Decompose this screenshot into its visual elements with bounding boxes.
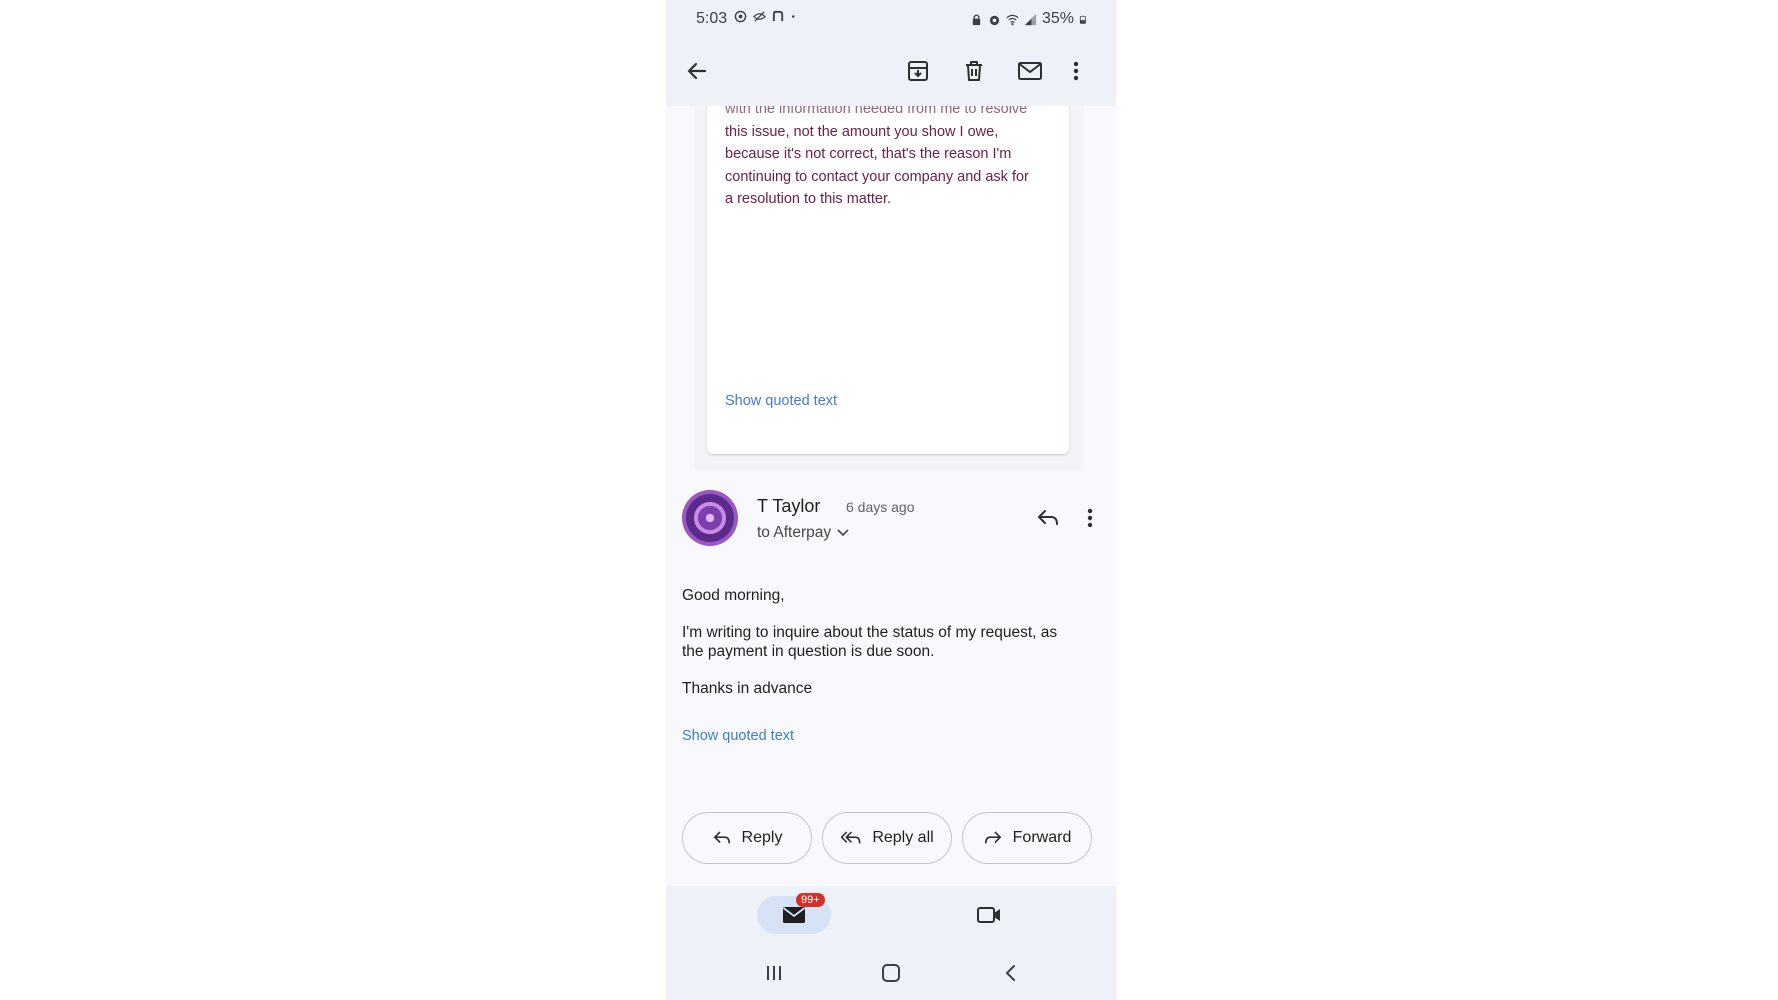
video-camera-icon — [977, 907, 1000, 923]
reply-all-label: Reply all — [872, 829, 934, 846]
forward-icon — [984, 831, 1001, 844]
alarm-icon — [989, 15, 1000, 25]
reply-all-button[interactable]: Reply all — [822, 812, 952, 864]
reply-icon — [713, 831, 730, 844]
battery-percent: 35% — [1041, 10, 1074, 27]
more-vert-icon — [1073, 61, 1079, 81]
app-n-icon — [772, 10, 784, 22]
recent-apps-icon — [767, 966, 781, 980]
reply-icon — [1038, 510, 1058, 525]
more-options-button[interactable] — [1064, 54, 1088, 88]
unread-badge: 99+ — [796, 893, 825, 907]
recipient-details[interactable]: to Afterpay — [757, 524, 849, 542]
previous-message-text: with the information needed from me to r… — [725, 106, 1055, 211]
quoted-line: this issue, not the amount you show I ow… — [725, 123, 999, 140]
mark-unread-button[interactable] — [1013, 54, 1047, 88]
recent-apps-button[interactable] — [759, 960, 789, 986]
message-header: T Taylor 6 days ago to Afterpay — [682, 490, 1102, 550]
body-paragraph: I'm writing to inquire about the status … — [682, 624, 1058, 660]
eye-off-icon — [753, 11, 766, 22]
forward-label: Forward — [1012, 829, 1072, 846]
header-reply-button[interactable] — [1032, 502, 1064, 534]
reply-label: Reply — [741, 829, 783, 846]
quoted-line-partial: with the information needed from me to r… — [725, 106, 1028, 117]
back-arrow-icon — [687, 62, 707, 80]
system-back-button[interactable] — [996, 960, 1026, 986]
message-body: Good morning, I'm writing to inquire abo… — [682, 586, 1082, 716]
message-timestamp: 6 days ago — [846, 499, 915, 515]
avatar[interactable] — [682, 490, 738, 546]
delete-icon — [966, 61, 982, 81]
show-quoted-text-link[interactable]: Show quoted text — [725, 393, 837, 409]
notification-icon — [734, 10, 747, 23]
sender-name[interactable]: T Taylor — [757, 496, 820, 517]
meet-tab[interactable] — [972, 898, 1006, 932]
status-bar: 5:03 35% — [666, 0, 1116, 38]
body-signoff: Thanks in advance — [682, 680, 813, 697]
chevron-left-icon — [1006, 965, 1015, 981]
more-vert-icon — [1087, 508, 1093, 528]
home-icon — [882, 964, 900, 982]
status-left-icons — [734, 10, 799, 23]
status-right-icons: 35% — [970, 10, 1088, 28]
body-greeting: Good morning, — [682, 587, 785, 604]
quoted-line: a resolution to this matter. — [725, 191, 892, 207]
top-app-bar — [666, 38, 1116, 106]
previous-message-card: with the information needed from me to r… — [707, 106, 1069, 454]
show-quoted-text-link[interactable]: Show quoted text — [682, 728, 794, 744]
reply-all-icon — [841, 831, 861, 844]
message-actions: Reply Reply all Forward — [682, 812, 1092, 864]
mail-icon — [1018, 62, 1042, 80]
mail-icon — [782, 907, 806, 923]
bottom-navigation: 99+ — [666, 886, 1116, 946]
message-thread[interactable]: with the information needed from me to r… — [666, 106, 1116, 886]
battery-icon — [1079, 15, 1086, 24]
forward-button[interactable]: Forward — [962, 812, 1092, 864]
back-button[interactable] — [680, 54, 714, 88]
previous-message-container: with the information needed from me to r… — [694, 106, 1084, 470]
signal-icon — [1024, 13, 1037, 25]
recipient-label: to Afterpay — [757, 524, 832, 541]
chevron-down-icon — [837, 529, 849, 537]
lock-icon — [972, 13, 981, 25]
phone-screen: 5:03 35% with the information needed fro… — [666, 0, 1116, 1000]
archive-icon — [908, 61, 928, 81]
home-button[interactable] — [876, 960, 906, 986]
status-time: 5:03 — [696, 10, 728, 27]
delete-button[interactable] — [957, 54, 991, 88]
message-more-button[interactable] — [1078, 502, 1102, 534]
system-navigation-bar — [666, 946, 1116, 1000]
dot-icon — [792, 15, 795, 18]
archive-button[interactable] — [901, 54, 935, 88]
quoted-line: because it's not correct, that's the rea… — [725, 146, 1012, 162]
reply-button[interactable]: Reply — [682, 812, 812, 864]
quoted-line: continuing to contact your company and a… — [725, 168, 1029, 185]
wifi-icon — [1006, 14, 1019, 25]
